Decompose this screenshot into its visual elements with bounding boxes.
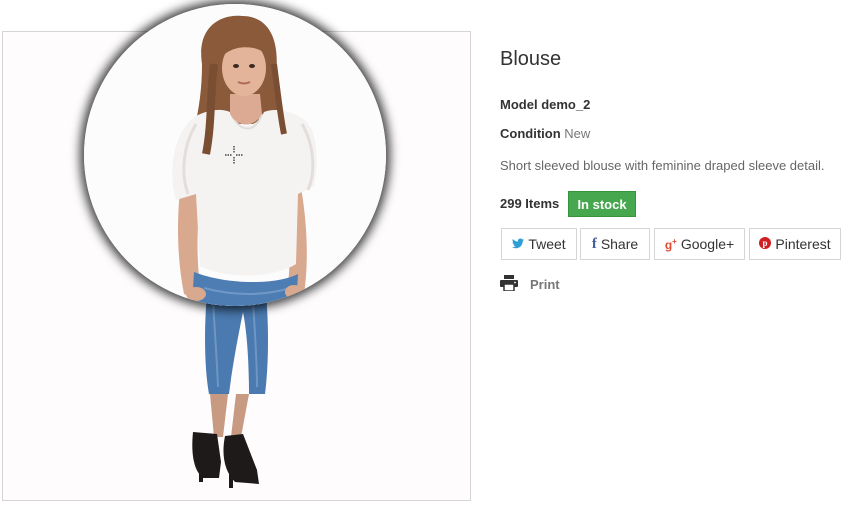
crosshair-cursor-icon [225, 146, 243, 164]
printer-icon [500, 274, 518, 294]
pinterest-button[interactable]: p Pinterest [749, 228, 841, 260]
tweet-button[interactable]: Tweet [501, 228, 577, 260]
svg-text:p: p [763, 238, 768, 248]
google-plus-button[interactable]: g+ Google+ [654, 228, 745, 260]
pinterest-label: Pinterest [775, 236, 831, 252]
model-value: demo_2 [541, 97, 591, 112]
stock-status-badge: In stock [568, 191, 636, 217]
product-model: Model demo_2 [500, 97, 590, 112]
facebook-share-button[interactable]: f Share [580, 228, 650, 260]
condition-label: Condition [500, 126, 561, 141]
product-condition: Condition New [500, 126, 590, 141]
share-label: Share [600, 236, 639, 252]
twitter-icon [512, 238, 525, 251]
facebook-icon: f [591, 235, 597, 252]
google-plus-icon: g+ [664, 236, 677, 252]
model-label: Model [500, 97, 538, 112]
product-page: Blouse Model demo_2 Condition New Short … [0, 0, 851, 513]
print-link[interactable]: Print [500, 274, 560, 294]
product-description: Short sleeved blouse with feminine drape… [500, 158, 825, 173]
print-label: Print [530, 276, 560, 292]
product-title: Blouse [500, 48, 562, 70]
google-label: Google+ [680, 236, 735, 252]
condition-value: New [564, 126, 591, 141]
tweet-label: Tweet [528, 236, 566, 252]
pinterest-icon: p [759, 237, 772, 251]
quantity-available: 299 Items [500, 196, 560, 211]
